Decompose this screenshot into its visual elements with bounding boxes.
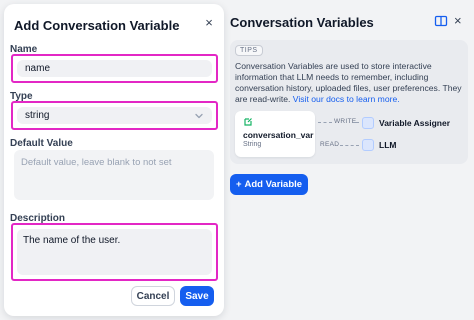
plus-icon: + xyxy=(235,179,242,190)
variable-assigner-icon xyxy=(362,117,374,129)
add-variable-label: Add Variable xyxy=(244,179,303,190)
read-connector xyxy=(340,145,359,146)
description-highlight: The name of the user. xyxy=(11,223,218,281)
write-connector-end xyxy=(353,122,359,123)
chevron-down-icon xyxy=(195,113,203,118)
close-icon[interactable]: × xyxy=(202,16,216,30)
type-highlight: string xyxy=(11,101,218,130)
modal-title: Add Conversation Variable xyxy=(14,18,180,33)
name-input[interactable]: name xyxy=(17,60,212,77)
llm-icon xyxy=(362,139,374,151)
default-value-input[interactable]: Default value, leave blank to not set xyxy=(14,150,214,200)
example-variable-card: conversation_var String xyxy=(235,111,315,157)
cancel-button[interactable]: Cancel xyxy=(131,286,175,306)
save-button[interactable]: Save xyxy=(180,286,214,306)
description-input[interactable]: The name of the user. xyxy=(17,229,212,275)
tips-badge: TIPS xyxy=(235,45,263,56)
read-node-label: LLM xyxy=(379,140,397,150)
docs-link[interactable]: Visit our docs to learn more. xyxy=(293,94,400,104)
add-variable-button[interactable]: + Add Variable xyxy=(230,174,308,195)
write-connector xyxy=(318,122,332,123)
variable-name: conversation_var xyxy=(243,130,314,140)
variable-type: String xyxy=(243,141,262,148)
type-select[interactable]: string xyxy=(17,107,212,124)
read-label: READ xyxy=(320,141,340,148)
tips-card: TIPS Conversation Variables are used to … xyxy=(230,40,468,164)
default-value-label: Default Value xyxy=(10,138,73,149)
variable-icon xyxy=(244,118,252,126)
panel-close-icon[interactable]: × xyxy=(454,13,462,28)
tips-text: Conversation Variables are used to store… xyxy=(235,61,465,105)
panel-title: Conversation Variables xyxy=(230,15,374,30)
book-icon[interactable] xyxy=(434,14,448,28)
type-select-value: string xyxy=(25,110,50,121)
write-node-label: Variable Assigner xyxy=(379,118,451,128)
name-highlight: name xyxy=(11,54,218,83)
